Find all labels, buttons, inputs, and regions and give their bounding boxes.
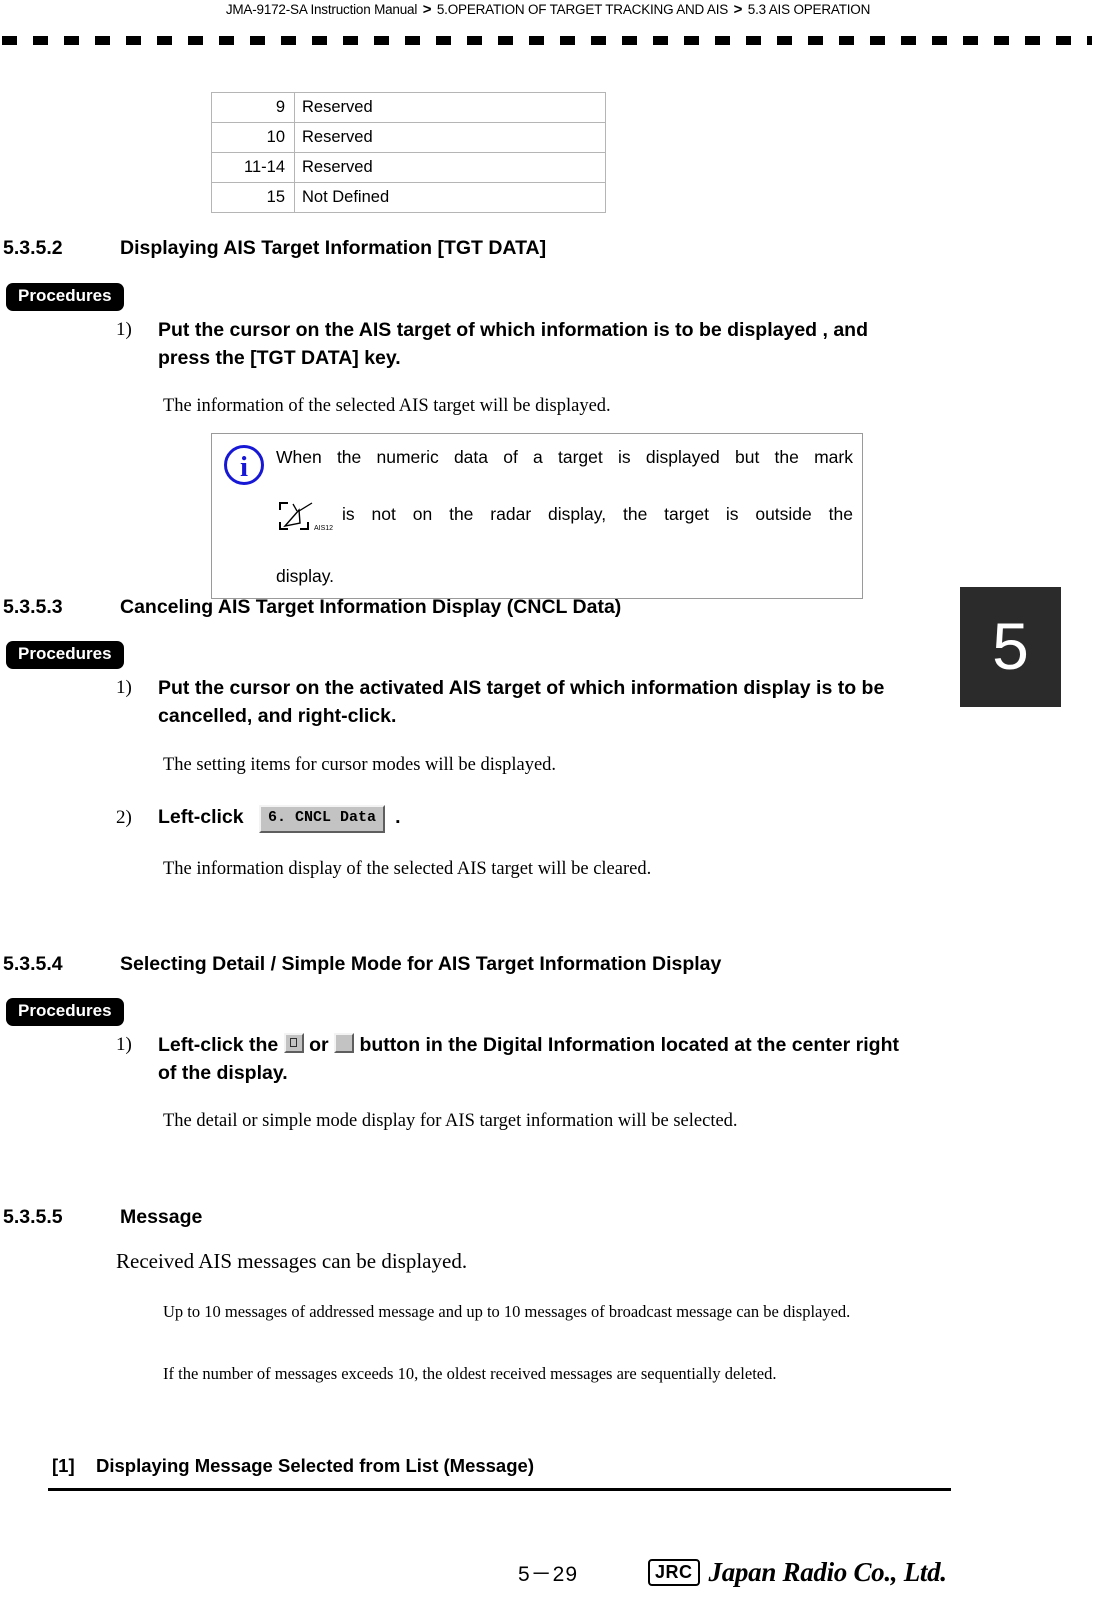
step-text-part1: Left-click the (158, 1034, 279, 1056)
step-number: 2) (116, 807, 132, 829)
message-intro-paragraph: Received AIS messages can be displayed. (116, 1249, 468, 1273)
procedures-tag-5-3-5-3: Procedures (6, 641, 124, 669)
step-text: Left-click 6. CNCL Data. (158, 803, 400, 833)
header-manual-title: JMA-9172-SA Instruction Manual (225, 2, 418, 17)
cncl-data-button[interactable]: 6. CNCL Data (259, 805, 386, 833)
section-heading-5-3-5-3: 5.3.5.3 Canceling AIS Target Information … (3, 596, 621, 619)
step-text: Left-click the or button in the Digital … (158, 1031, 906, 1088)
step-text: Put the cursor on the activated AIS targ… (158, 677, 885, 728)
subsection-title: Displaying Message Selected from List (M… (96, 1455, 534, 1476)
table-cell-number: 9 (211, 92, 295, 123)
table-cell-description: Not Defined (294, 182, 606, 213)
jrc-logo-name: Japan Radio Co., Ltd. (708, 1557, 948, 1587)
table-cell-description: Reserved (294, 152, 606, 183)
section-heading-5-3-5-2: 5.3.5.2 Displaying AIS Target Information… (3, 237, 546, 260)
page-header: JMA-9172-SA Instruction Manual > 5.OPERA… (0, 0, 1096, 22)
step-text-suffix: . (395, 806, 401, 828)
header-dashed-rule (2, 36, 1092, 45)
procedures-tag-5-3-5-4: Procedures (6, 998, 124, 1026)
table-cell-number: 11-14 (211, 152, 295, 183)
section-title: Canceling AIS Target Information Display… (120, 596, 622, 618)
step-number: 1) (116, 319, 132, 340)
procedures-tag-5-3-5-2: Procedures (6, 283, 124, 311)
message-overflow-paragraph: If the number of messages exceeds 10, th… (163, 1364, 777, 1383)
header-section: 5.3 AIS OPERATION (747, 2, 871, 17)
jrc-logo: JRC Japan Radio Co., Ltd. (648, 1557, 947, 1588)
result-text-5-3-5-3-step1: The setting items for cursor modes will … (163, 755, 557, 775)
table-cell-number: 15 (211, 182, 295, 213)
note-line-2: is not on the radar display, the target … (342, 503, 853, 524)
step-number: 1) (116, 677, 132, 698)
section-number: 5.3.5.4 (3, 953, 63, 975)
subsection-number: [1] (52, 1455, 75, 1476)
section-number: 5.3.5.2 (3, 237, 63, 259)
table-cell-description: Reserved (294, 92, 606, 123)
step-item: 1) Put the cursor on the activated AIS t… (116, 674, 906, 731)
step-text-prefix: Left-click (158, 806, 244, 828)
section-heading-5-3-5-4: 5.3.5.4 Selecting Detail / Simple Mode fo… (3, 953, 721, 976)
reserved-values-table: 9 Reserved 10 Reserved 11-14 Reserved 15… (211, 92, 606, 213)
info-note-box: i When the numeric data of a target is d… (211, 433, 863, 600)
section-heading-5-3-5-5: 5.3.5.5 Message (3, 1206, 202, 1229)
subsection-rule (48, 1488, 951, 1491)
step-text-or: or (309, 1034, 329, 1056)
section-title: Displaying AIS Target Information [TGT D… (120, 237, 547, 259)
step-item: 2) Left-click 6. CNCL Data. (116, 803, 906, 833)
result-text-5-3-5-3-step2: The information display of the selected … (163, 859, 652, 879)
table-cell-description: Reserved (294, 122, 606, 153)
section-number: 5.3.5.3 (3, 596, 63, 618)
table-row: 15 Not Defined (211, 182, 606, 213)
ais-target-symbol-icon: AIS12 (278, 500, 340, 534)
section-title: Selecting Detail / Simple Mode for AIS T… (120, 953, 722, 975)
table-row: 9 Reserved (211, 92, 606, 123)
note-line-3: display. (276, 566, 335, 587)
simple-mode-button[interactable] (334, 1033, 355, 1053)
note-text: When the numeric data of a target is dis… (276, 434, 862, 598)
step-text: Put the cursor on the AIS target of whic… (158, 319, 869, 370)
detail-mode-button[interactable] (283, 1033, 304, 1053)
section-number: 5.3.5.5 (3, 1206, 63, 1228)
chapter-tab: 5 (960, 587, 1061, 707)
header-separator-2: > (733, 1, 743, 18)
step-number: 1) (116, 1034, 132, 1055)
step-item: 1) Put the cursor on the AIS target of w… (116, 316, 886, 373)
subsection-heading-1: [1] Displaying Message Selected from List… (52, 1455, 534, 1477)
header-separator-1: > (422, 1, 432, 18)
note-line-2-wrapper: AIS12 is not on the radar display, the t… (276, 500, 853, 562)
table-row: 11-14 Reserved (211, 152, 606, 183)
svg-text:AIS12: AIS12 (314, 525, 333, 532)
jrc-logo-mark: JRC (648, 1558, 700, 1587)
info-icon: i (224, 445, 264, 485)
step-item: 1) Left-click the or button in the Digit… (116, 1031, 906, 1088)
message-limit-paragraph: Up to 10 messages of addressed message a… (163, 1302, 851, 1321)
section-title: Message (120, 1206, 203, 1228)
result-text-5-3-5-2: The information of the selected AIS targ… (163, 396, 611, 416)
result-text-5-3-5-4: The detail or simple mode display for AI… (163, 1111, 738, 1131)
header-chapter: 5.OPERATION OF TARGET TRACKING AND AIS (436, 2, 729, 17)
table-row: 10 Reserved (211, 122, 606, 153)
table-cell-number: 10 (211, 122, 295, 153)
note-icon-cell: i (212, 434, 276, 485)
note-line-1: When the numeric data of a target is dis… (276, 447, 853, 467)
